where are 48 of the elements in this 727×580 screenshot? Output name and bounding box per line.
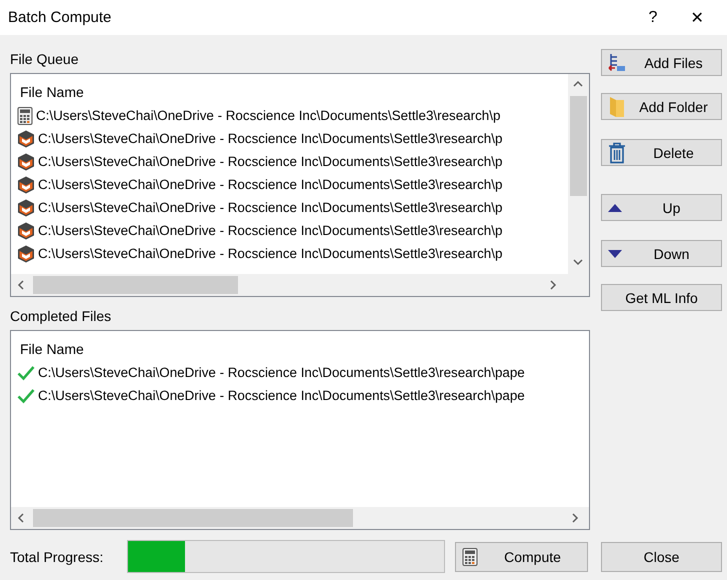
file-path[interactable]: C:\Users\SteveChai\OneDrive - Rocscience Inc\Documents\Settle3\research\p bbox=[38, 154, 502, 169]
file-path[interactable]: C:\Users\SteveChai\OneDrive - Rocscience Inc\Documents\Settle3\research\p bbox=[38, 200, 502, 215]
calculator-icon bbox=[17, 106, 33, 124]
cube-icon bbox=[17, 176, 35, 194]
cube-icon bbox=[17, 198, 35, 216]
add-files-button[interactable]: Add Files bbox=[601, 49, 722, 76]
file-path[interactable]: C:\Users\SteveChai\OneDrive - Rocscience Inc\Documents\Settle3\research\p bbox=[38, 223, 502, 238]
cube-icon bbox=[17, 222, 35, 240]
add-files-icon bbox=[608, 52, 626, 72]
close-button[interactable]: ✕ bbox=[675, 8, 719, 28]
help-button[interactable]: ? bbox=[631, 8, 675, 26]
progress-label: Total Progress: bbox=[10, 548, 104, 564]
add-folder-button[interactable]: Add Folder bbox=[601, 93, 722, 120]
section-label: Completed Files bbox=[10, 308, 112, 324]
file-path[interactable]: C:\Users\SteveChai\OneDrive - Rocscience Inc\Documents\Settle3\research\p bbox=[38, 131, 502, 146]
scroll-right-icon[interactable] bbox=[571, 513, 581, 523]
window-title: Batch Compute bbox=[8, 9, 112, 26]
down-button[interactable]: Down bbox=[601, 240, 722, 267]
up-button[interactable]: Up bbox=[601, 194, 722, 221]
check-icon bbox=[17, 388, 35, 404]
file-path[interactable]: C:\Users\SteveChai\OneDrive - Rocscience Inc\Documents\Settle3\research\pape bbox=[38, 365, 525, 380]
info-button[interactable]: Get ML Info bbox=[601, 284, 722, 311]
delete-button[interactable]: Delete bbox=[601, 139, 722, 166]
horizontal-scrollbar[interactable] bbox=[11, 507, 589, 529]
file-path[interactable]: C:\Users\SteveChai\OneDrive - Rocscience Inc\Documents\Settle3\research\p bbox=[36, 108, 500, 123]
scroll-down-icon[interactable] bbox=[573, 258, 583, 268]
close-button[interactable]: Close bbox=[601, 542, 722, 572]
folder-icon bbox=[608, 96, 626, 118]
down-arrow-icon bbox=[608, 250, 622, 258]
calculator-icon bbox=[462, 548, 478, 566]
file-path[interactable]: C:\Users\SteveChai\OneDrive - Rocscience Inc\Documents\Settle3\research\pape bbox=[38, 388, 525, 403]
vertical-scrollbar[interactable] bbox=[568, 74, 589, 274]
cube-icon bbox=[17, 244, 35, 262]
section-label: File Queue bbox=[10, 51, 80, 67]
file-list[interactable] bbox=[10, 73, 590, 297]
file-path[interactable]: C:\Users\SteveChai\OneDrive - Rocscience Inc\Documents\Settle3\research\p bbox=[38, 177, 502, 192]
column-header: File Name bbox=[19, 340, 85, 359]
trash-icon bbox=[608, 142, 626, 164]
compute-button[interactable]: Compute bbox=[455, 542, 588, 572]
cube-icon bbox=[17, 130, 35, 148]
scroll-right-icon[interactable] bbox=[549, 280, 559, 290]
column-header: File Name bbox=[19, 83, 85, 102]
cube-icon bbox=[17, 152, 35, 170]
horizontal-scrollbar[interactable] bbox=[11, 274, 589, 296]
file-path[interactable]: C:\Users\SteveChai\OneDrive - Rocscience Inc\Documents\Settle3\research\p bbox=[38, 246, 502, 261]
up-arrow-icon bbox=[608, 204, 622, 212]
file-list[interactable]: File Name C:\Users\SteveChai\OneDrive - Rocscience Inc\Documents\Settle3\research\pape C:\Users\SteveChai\OneDrive - Rocscience Inc\Documents\Settle3\research\pape bbox=[10, 330, 590, 530]
check-icon bbox=[17, 364, 35, 380]
